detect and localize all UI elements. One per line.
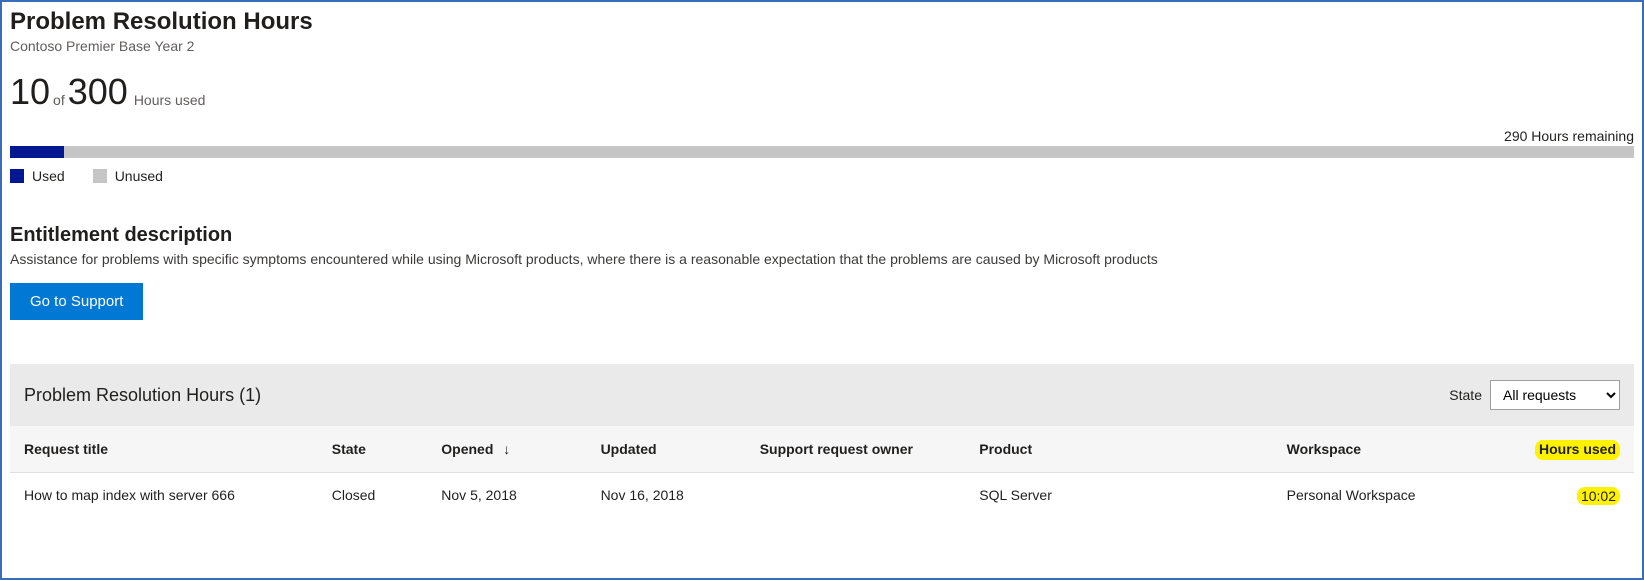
cell-hours-used-value: 10:02 xyxy=(1577,487,1620,505)
col-opened-label: Opened xyxy=(441,441,493,457)
state-filter-label: State xyxy=(1449,387,1482,403)
table-row[interactable]: How to map index with server 666 Closed … xyxy=(10,473,1634,520)
sort-descending-icon: ↓ xyxy=(503,441,510,457)
cell-request-title: How to map index with server 666 xyxy=(10,473,318,520)
cell-state: Closed xyxy=(318,473,428,520)
col-workspace[interactable]: Workspace xyxy=(1273,426,1521,473)
hours-used-label: Hours used xyxy=(134,92,206,108)
page-subtitle: Contoso Premier Base Year 2 xyxy=(10,38,1634,54)
progress-legend: Used Unused xyxy=(10,168,1634,184)
requests-table: Request title State Opened ↓ Updated Sup… xyxy=(10,426,1634,519)
cell-owner xyxy=(746,473,966,520)
table-section-title: Problem Resolution Hours (1) xyxy=(24,385,261,406)
col-request-title[interactable]: Request title xyxy=(10,426,318,473)
hours-usage-summary: 10 of 300 Hours used xyxy=(10,74,1634,110)
cell-workspace: Personal Workspace xyxy=(1273,473,1521,520)
hours-total-value: 300 xyxy=(68,74,128,110)
hours-remaining-label: 290 Hours remaining xyxy=(1504,128,1634,144)
col-product[interactable]: Product xyxy=(965,426,1272,473)
col-owner[interactable]: Support request owner xyxy=(746,426,966,473)
hours-progress-bar xyxy=(10,146,1634,158)
cell-hours-used: 10:02 xyxy=(1521,473,1634,520)
col-hours-used[interactable]: Hours used xyxy=(1521,426,1634,473)
used-swatch-icon xyxy=(10,169,24,183)
go-to-support-button[interactable]: Go to Support xyxy=(10,283,143,320)
col-updated[interactable]: Updated xyxy=(587,426,746,473)
legend-used: Used xyxy=(10,168,65,184)
entitlement-description: Assistance for problems with specific sy… xyxy=(10,251,1634,267)
legend-used-label: Used xyxy=(32,168,65,184)
cell-updated: Nov 16, 2018 xyxy=(587,473,746,520)
col-state[interactable]: State xyxy=(318,426,428,473)
legend-unused-label: Unused xyxy=(115,168,163,184)
hours-used-value: 10 xyxy=(10,74,50,110)
state-filter-select[interactable]: All requests xyxy=(1490,380,1620,410)
col-hours-used-label: Hours used xyxy=(1535,440,1620,458)
cell-opened: Nov 5, 2018 xyxy=(427,473,586,520)
legend-unused: Unused xyxy=(93,168,163,184)
hours-progress-fill xyxy=(10,146,64,158)
unused-swatch-icon xyxy=(93,169,107,183)
entitlement-title: Entitlement description xyxy=(10,224,1634,247)
page-title: Problem Resolution Hours xyxy=(10,8,1634,36)
table-header-bar: Problem Resolution Hours (1) State All r… xyxy=(10,364,1634,426)
col-opened[interactable]: Opened ↓ xyxy=(427,426,586,473)
cell-product: SQL Server xyxy=(965,473,1272,520)
of-label: of xyxy=(53,92,65,108)
state-filter: State All requests xyxy=(1449,380,1620,410)
